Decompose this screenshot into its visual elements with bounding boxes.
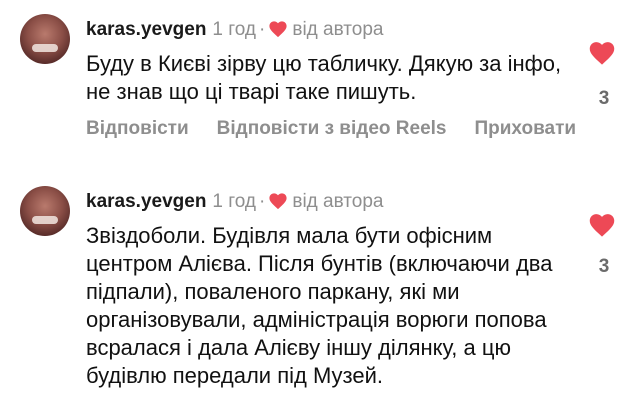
comment-meta: karas.yevgen 1 год · від автора [86, 18, 383, 45]
comment-actions: Відповісти Відповісти з відео Reels Прихов… [86, 118, 604, 140]
reply-button[interactable]: Відповісти [86, 118, 189, 139]
by-author-label: від автора [292, 19, 384, 40]
avatar[interactable] [20, 14, 70, 64]
heart-icon [268, 20, 288, 45]
username[interactable]: karas.yevgen [86, 19, 206, 40]
heart-icon[interactable] [588, 212, 616, 243]
like-count[interactable]: 3 [596, 256, 612, 278]
comment-text: Буду в Києві зірву цю табличку. Дякую за… [86, 51, 562, 104]
by-author-label: від автора [292, 191, 384, 212]
avatar[interactable] [20, 186, 70, 236]
reply-reels-button[interactable]: Відповісти з відео Reels [217, 118, 447, 139]
separator: · [259, 191, 266, 212]
heart-icon[interactable] [588, 40, 616, 71]
comment-meta: karas.yevgen 1 год · від автора [86, 190, 383, 217]
separator: · [259, 19, 266, 40]
username[interactable]: karas.yevgen [86, 191, 206, 212]
comment-text: Звіздоболи. Будівля мала бути офісним це… [86, 223, 553, 388]
timestamp: 1 год [212, 19, 257, 40]
timestamp: 1 год [212, 191, 257, 212]
hide-button[interactable]: Приховати [474, 118, 576, 139]
like-count[interactable]: 3 [596, 88, 612, 110]
heart-icon [268, 192, 288, 217]
